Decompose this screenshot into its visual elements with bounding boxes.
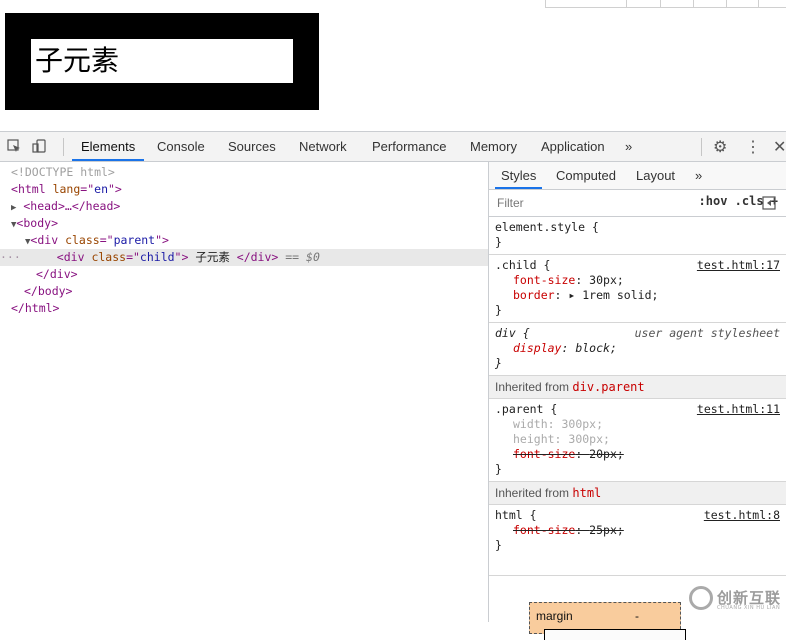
tab-memory[interactable]: Memory — [470, 132, 517, 161]
source-link[interactable]: test.html:11 — [697, 402, 780, 417]
head-node[interactable]: ▶ <head>…</head> — [0, 198, 499, 215]
body-close-node[interactable]: </body> — [0, 283, 512, 300]
div-close-node[interactable]: </div> — [0, 266, 524, 283]
box-model-border[interactable] — [544, 629, 686, 640]
tab-console[interactable]: Console — [157, 132, 205, 161]
source-link[interactable]: test.html:17 — [697, 258, 780, 273]
tabs-overflow-button[interactable]: » — [625, 132, 632, 161]
subtabs-overflow-button[interactable]: » — [695, 162, 702, 189]
box-model-margin[interactable]: margin - — [529, 602, 686, 640]
tab-sources[interactable]: Sources — [228, 132, 276, 161]
toolbar-separator — [63, 138, 64, 156]
inherited-header-html: Inherited from html — [489, 482, 786, 505]
subtab-layout[interactable]: Layout — [636, 162, 675, 189]
parent-rule[interactable]: .parent {test.html:11 width: 300px; heig… — [489, 399, 786, 482]
child-div: 子元素 — [31, 39, 293, 83]
html-node[interactable]: <html lang="en"> — [0, 181, 499, 198]
styles-filter-bar: Filter :hov .cls + — [489, 190, 786, 217]
devtools-toolbar: Elements Console Sources Network Perform… — [0, 132, 786, 162]
style-rules: element.style { } .child {test.html:17 f… — [489, 217, 786, 557]
styles-pane: Styles Computed Layout » Filter :hov .cl… — [489, 162, 786, 640]
kebab-menu-icon[interactable]: ⋮ — [745, 137, 761, 157]
devtools-panel: Elements Console Sources Network Perform… — [0, 131, 786, 640]
close-icon[interactable]: ✕ — [773, 137, 786, 157]
corner-grid — [545, 0, 786, 8]
logo-icon — [689, 586, 713, 610]
html-close-node[interactable]: </html> — [0, 300, 499, 317]
subtab-computed[interactable]: Computed — [556, 162, 616, 189]
filter-input[interactable]: Filter — [497, 196, 524, 210]
parent-div-node[interactable]: ▼<div class="parent"> — [0, 232, 513, 249]
toggle-sidebar-icon[interactable] — [762, 196, 776, 210]
tab-application[interactable]: Application — [541, 132, 605, 161]
parent-div: 子元素 — [5, 13, 319, 110]
inherited-header-parent: Inherited from div.parent — [489, 376, 786, 399]
doctype-node[interactable]: <!DOCTYPE html> — [0, 164, 499, 181]
inspect-element-icon[interactable] — [7, 139, 21, 153]
child-rule[interactable]: .child {test.html:17 font-size: 30px; bo… — [489, 255, 786, 323]
watermark-logo: 创新互联 CHUANG XIN HU LIAN — [685, 583, 785, 619]
html-rule[interactable]: html {test.html:8 font-size: 25px; } — [489, 505, 786, 557]
subtab-styles[interactable]: Styles — [495, 162, 543, 189]
elements-tree: <!DOCTYPE html> <html lang="en"> ▶ <head… — [0, 162, 488, 622]
child-div-node-selected[interactable]: ··· <div class="child"> 子元素 </div> == $0 — [0, 249, 488, 266]
toolbar-separator — [701, 138, 702, 156]
source-link[interactable]: test.html:8 — [704, 508, 780, 523]
styles-subtabs: Styles Computed Layout » — [489, 162, 786, 190]
div-ua-rule: div {user agent stylesheet display: bloc… — [489, 323, 786, 376]
tab-performance[interactable]: Performance — [372, 132, 446, 161]
expand-triangle-icon[interactable]: ▶ — [11, 203, 16, 213]
page-preview: 子元素 — [0, 0, 786, 131]
body-node[interactable]: ▼<body> — [0, 215, 499, 232]
tab-network[interactable]: Network — [299, 132, 347, 161]
device-toolbar-icon[interactable] — [32, 139, 46, 153]
tab-elements[interactable]: Elements — [72, 132, 145, 161]
element-style-rule[interactable]: element.style { } — [489, 217, 786, 255]
gear-icon[interactable]: ⚙ — [713, 137, 727, 157]
